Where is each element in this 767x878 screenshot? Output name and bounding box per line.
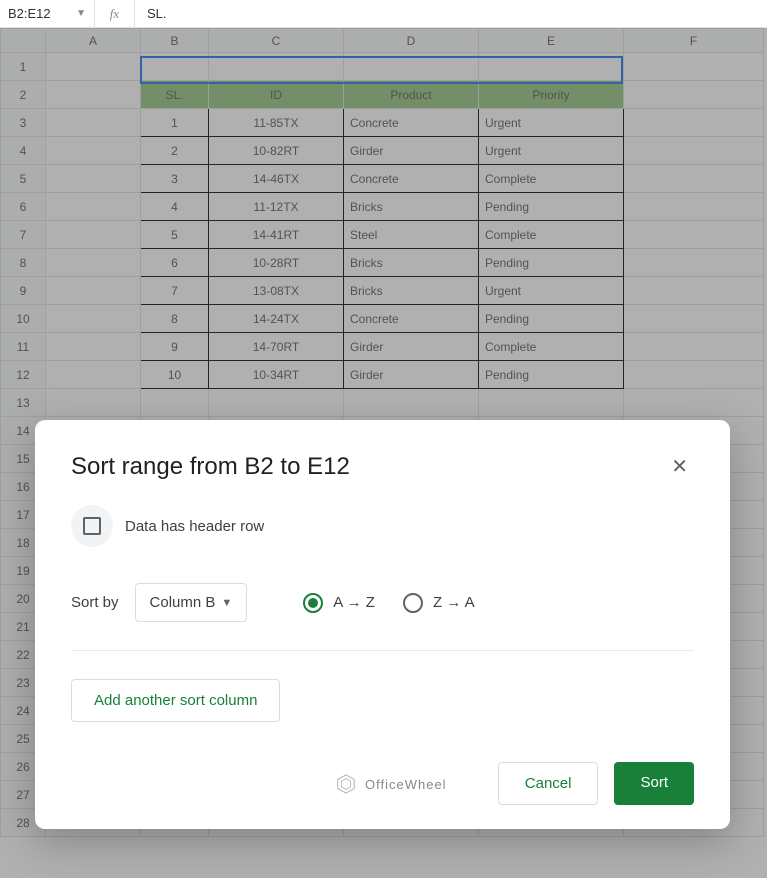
name-box-value: B2:E12 (8, 6, 51, 21)
sort-button[interactable]: Sort (614, 762, 694, 805)
checkbox-icon[interactable] (83, 517, 101, 535)
watermark: OfficeWheel (335, 773, 447, 795)
sort-range-modal: Sort range from B2 to E12 ✕ Data has hea… (35, 420, 730, 829)
watermark-text: OfficeWheel (365, 777, 447, 792)
close-icon[interactable]: ✕ (665, 448, 694, 485)
radio-selected-icon (303, 593, 323, 613)
modal-title: Sort range from B2 to E12 (71, 453, 350, 481)
sort-by-label: Sort by (71, 594, 119, 611)
radio-a-to-z[interactable]: A → Z (303, 593, 375, 613)
officewheel-icon (335, 773, 357, 795)
header-checkbox-row[interactable]: Data has header row (71, 505, 694, 547)
sort-criteria-row: Sort by Column B ▼ A → Z Z → A (71, 583, 694, 622)
checkbox-hover-circle (71, 505, 113, 547)
column-selected-value: Column B (150, 594, 216, 611)
radio-z-to-a[interactable]: Z → A (403, 593, 475, 613)
cancel-button[interactable]: Cancel (498, 762, 599, 805)
formula-input[interactable]: SL. (135, 6, 179, 21)
add-sort-column-button[interactable]: Add another sort column (71, 679, 280, 722)
radio-az-label: A → Z (333, 594, 375, 611)
sort-direction-group: A → Z Z → A (303, 593, 474, 613)
formula-bar: B2:E12 ▼ fx SL. (0, 0, 767, 28)
name-box-dropdown-icon: ▼ (76, 8, 86, 19)
fx-label: fx (95, 0, 135, 27)
header-checkbox-label: Data has header row (125, 518, 264, 535)
radio-unselected-icon (403, 593, 423, 613)
chevron-down-icon: ▼ (221, 597, 232, 609)
column-selector[interactable]: Column B ▼ (135, 583, 248, 622)
radio-za-label: Z → A (433, 594, 475, 611)
name-box[interactable]: B2:E12 ▼ (0, 0, 95, 27)
divider (71, 650, 694, 651)
